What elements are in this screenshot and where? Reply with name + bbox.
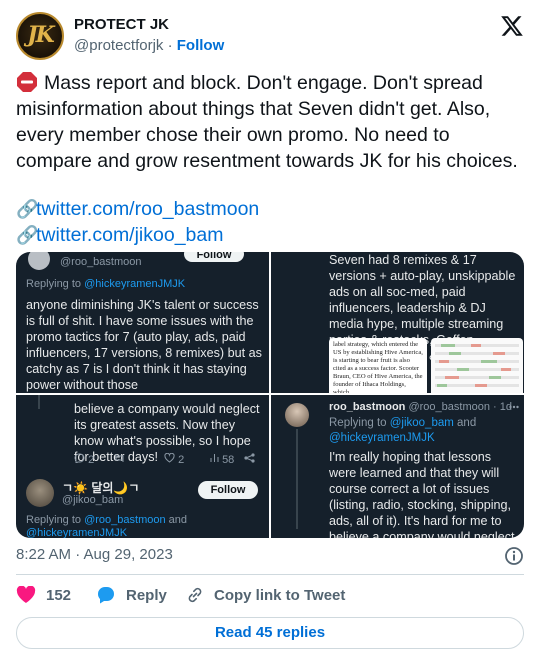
tile1-handle: @roo_bastmoon (60, 256, 142, 268)
tweet-header: JK PROTECT JK @protectforjk · Follow (16, 12, 524, 60)
tile4-replying-handle-2: @hickeyramenJMJK (329, 432, 435, 444)
tile4-header: roo_bastmoon @roo_bastmoon · 1d (329, 401, 512, 413)
tile4-thread-line (296, 429, 298, 529)
avatar-monogram: JK (27, 22, 55, 48)
tile1-replying-handle: @hickeyramenJMJK (84, 278, 186, 290)
tile2-article-screenshot: label strategy, which entered the US by … (329, 338, 427, 393)
author-name[interactable]: PROTECT JK (74, 16, 169, 33)
tile4-avatar (285, 403, 309, 427)
tile3-reply-icon (74, 453, 85, 464)
tile3-view-count: 58 (222, 454, 235, 466)
follow-link[interactable]: Follow (177, 37, 225, 54)
info-icon[interactable] (504, 546, 524, 566)
tile3-replying-handle-2: @hickeyramenJMJK (26, 527, 128, 538)
tile3-retweet-icon (115, 454, 124, 462)
tile3-retweet-stat (114, 453, 125, 466)
tweet-timestamp[interactable]: 8:22 AM · Aug 29, 2023 (16, 546, 173, 563)
tile3-replying-and: and (165, 514, 188, 526)
author-handle[interactable]: @protectforjk (74, 37, 163, 54)
tile1-reply-text: anyone diminishing JK's talent or succes… (26, 298, 262, 392)
tweet-link-2[interactable]: 🔗twitter.com/jikoo_bam (16, 222, 528, 248)
tweet-link-1-text[interactable]: twitter.com/roo_bastmoon (36, 198, 259, 220)
reply-bubble-icon[interactable] (96, 586, 116, 604)
copy-link-label[interactable]: Copy link to Tweet (214, 587, 345, 604)
tile4-replying-prefix: Replying to (329, 417, 390, 429)
tile1-replying: Replying to @hickeyramenJMJK (26, 278, 185, 290)
copy-link-button[interactable]: Copy link to Tweet (186, 586, 345, 604)
tile3-follow-button: Follow (198, 481, 258, 499)
tile3-like-stat: 2 (164, 452, 185, 466)
reply-label[interactable]: Reply (126, 587, 167, 604)
tile4-replying-handle-1: @jikoo_bam (389, 417, 454, 429)
separator-dot: · (167, 37, 177, 54)
media-image-1[interactable]: @roo_bastmoon Follow Replying to @hickey… (16, 252, 269, 393)
tile3-replying-prefix: Replying to (26, 514, 85, 526)
tile4-handle: @roo_bastmoon · 1d (408, 401, 512, 413)
tile4-more-icon (509, 405, 519, 409)
tile3-thread-line (38, 395, 40, 409)
tile4-replying-and: and (453, 417, 477, 429)
like-button[interactable]: 152 (16, 586, 71, 604)
x-logo-icon[interactable] (500, 14, 524, 38)
link-chain-icon[interactable] (186, 586, 204, 604)
tile1-replying-prefix: Replying to (26, 278, 85, 290)
like-count[interactable]: 152 (46, 587, 71, 604)
read-replies-button[interactable]: Read 45 replies (16, 617, 524, 649)
tile3-like-icon (164, 452, 175, 463)
tweet-text: Mass report and block. Don't engage. Don… (16, 70, 528, 248)
divider (16, 574, 524, 575)
tile2-chart-screenshot (431, 338, 523, 393)
author-handle-row: @protectforjk · Follow (74, 37, 224, 54)
tweet-embed-card: JK PROTECT JK @protectforjk · Follow Mas… (0, 0, 540, 664)
tile3-views-icon (210, 454, 219, 462)
tile3-avatar (26, 479, 54, 507)
tile3-replying-handle-1: @roo_bastmoon (84, 514, 166, 526)
media-image-3[interactable]: believe a company would neglect its grea… (16, 395, 269, 538)
tweet-link-2-text[interactable]: twitter.com/jikoo_bam (36, 224, 224, 246)
tile3-view-stat: 58 (210, 453, 234, 466)
link-icon: 🔗 (16, 199, 39, 219)
media-image-4[interactable]: roo_bastmoon @roo_bastmoon · 1d Replying… (271, 395, 524, 538)
link-icon: 🔗 (16, 225, 39, 245)
tile4-replying: Replying to @jikoo_bam and @hickeyramenJM… (329, 416, 517, 446)
tile2-article-text: label strategy, which entered the US by … (333, 341, 423, 393)
tweet-link-1[interactable]: 🔗twitter.com/roo_bastmoon (16, 196, 528, 222)
avatar[interactable]: JK (16, 12, 64, 60)
stop-sign-icon (17, 72, 37, 92)
tile3-replying: Replying to @roo_bastmoon and @hickeyrame… (26, 514, 264, 538)
tile3-reply-stat: 2 (74, 453, 94, 466)
tile3-reply-count: 2 (88, 454, 95, 466)
tile1-avatar (28, 252, 50, 270)
tile1-follow-button: Follow (184, 252, 244, 262)
heart-icon[interactable] (16, 586, 36, 604)
media-image-2[interactable]: Seven had 8 remixes & 17 versions + auto… (271, 252, 524, 393)
tile3-share-icon (244, 453, 255, 463)
tile4-reply-text: I'm really hoping that lessons were lear… (329, 450, 515, 538)
action-bar: 152 Reply Copy link to Tweet (16, 584, 524, 610)
tile3-like-count: 2 (178, 454, 185, 466)
tile3-handle: @jikoo_bam (62, 494, 124, 506)
reply-button[interactable]: Reply (96, 586, 167, 604)
media-grid[interactable]: @roo_bastmoon Follow Replying to @hickey… (16, 252, 524, 538)
tile4-name: roo_bastmoon (329, 401, 406, 413)
tweet-body-text: Mass report and block. Don't engage. Don… (16, 72, 518, 172)
